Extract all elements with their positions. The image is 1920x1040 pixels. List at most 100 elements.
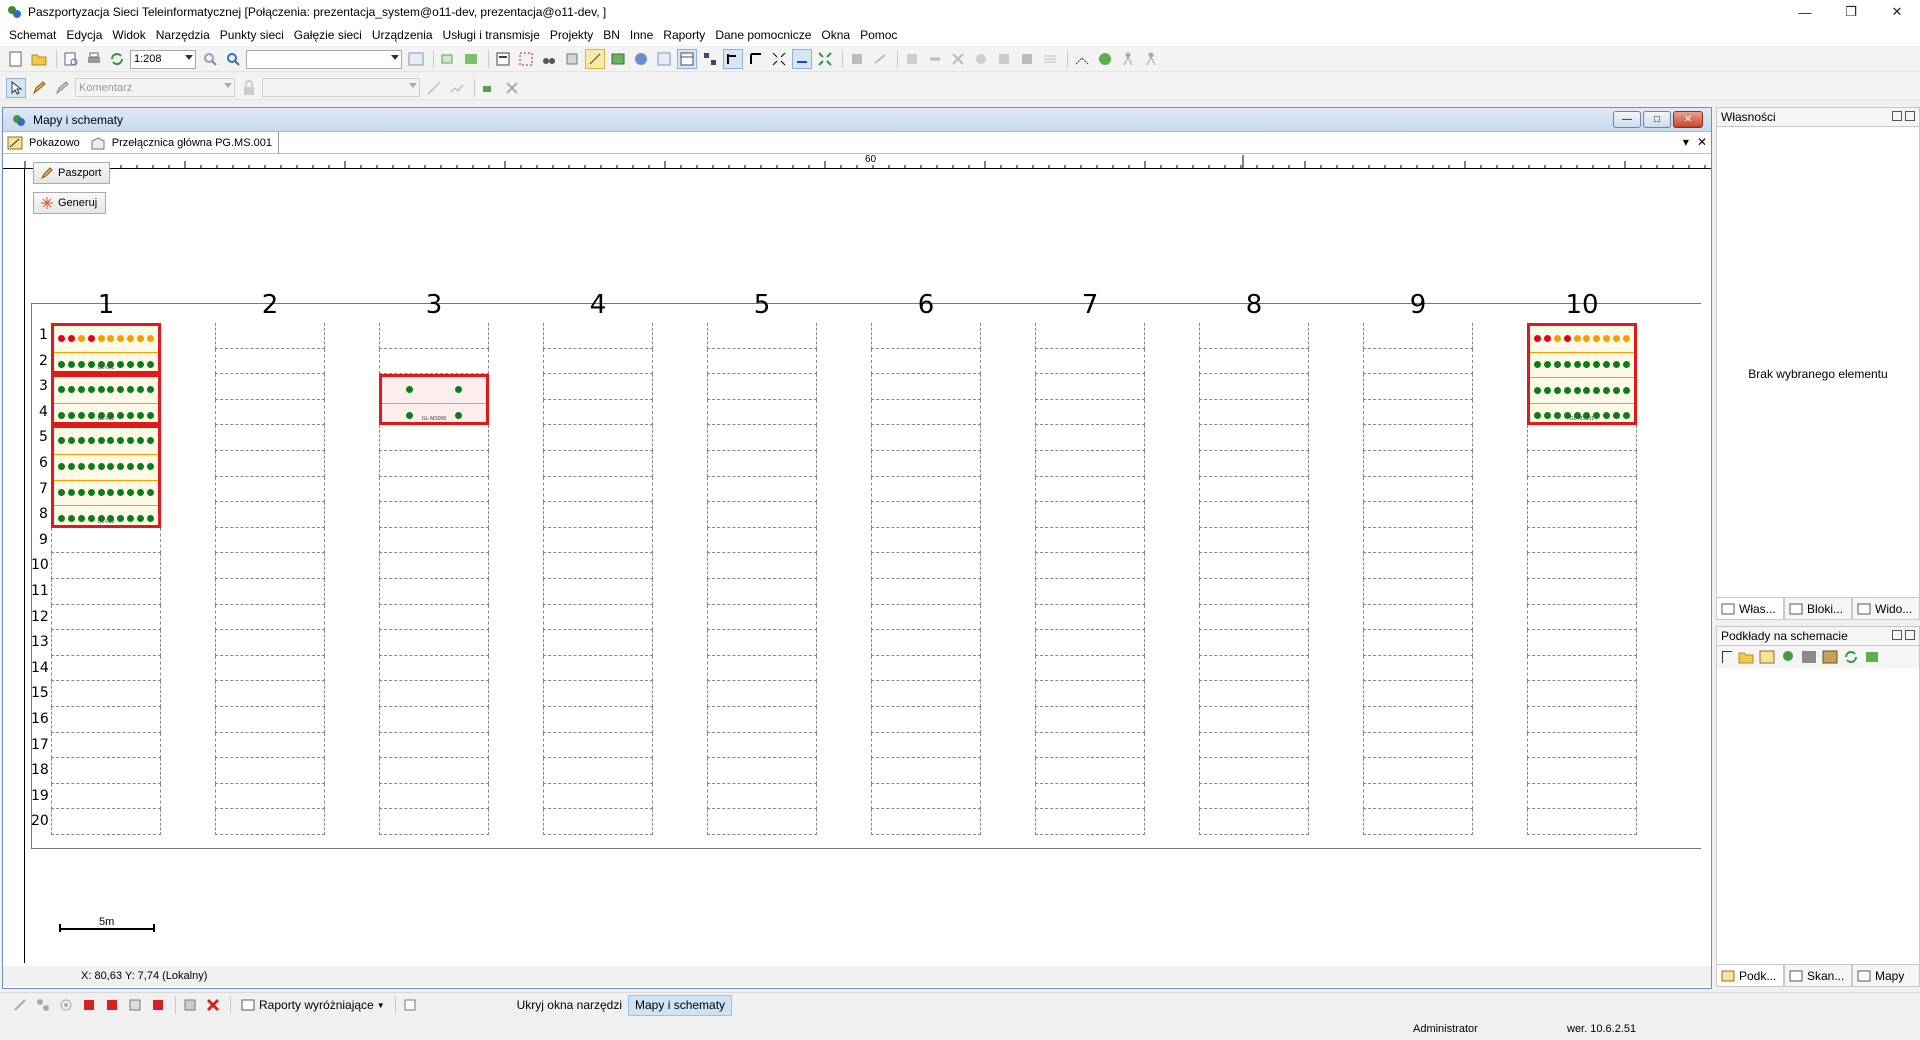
port-dot[interactable]	[68, 437, 76, 445]
rack-slot[interactable]	[379, 681, 489, 707]
menu-uslugi[interactable]: Usługi i transmisje	[438, 28, 545, 42]
port-dot[interactable]	[126, 386, 134, 394]
rack-slot[interactable]	[379, 553, 489, 579]
port-dot[interactable]	[117, 386, 125, 394]
port-dot[interactable]	[58, 463, 66, 471]
rack-slot[interactable]	[379, 425, 489, 451]
rack-slot[interactable]	[1527, 579, 1637, 605]
panel-device[interactable]: GL-002	[51, 374, 161, 426]
rack-slot[interactable]	[1363, 348, 1473, 375]
port-dot[interactable]	[1563, 361, 1571, 369]
edit-square-icon[interactable]	[125, 995, 145, 1015]
rack-slot[interactable]	[1527, 809, 1637, 835]
window-icon[interactable]	[406, 49, 426, 69]
rack-slot[interactable]	[871, 707, 981, 733]
rack-slot[interactable]	[215, 604, 325, 631]
tab-close-icon[interactable]: ✕	[1697, 135, 1707, 149]
rack-slot[interactable]	[1527, 502, 1637, 528]
rack-slot[interactable]	[1363, 476, 1473, 503]
menu-pomoc[interactable]: Pomoc	[855, 28, 902, 42]
rack-slot[interactable]	[1035, 553, 1145, 579]
port-dot[interactable]	[1602, 361, 1610, 369]
pointer-icon[interactable]	[6, 77, 26, 98]
port-dot[interactable]	[1544, 361, 1552, 369]
rack-slot[interactable]	[51, 707, 161, 733]
rack-slot[interactable]	[51, 579, 161, 605]
port-dot[interactable]	[1544, 386, 1552, 394]
red-square-alt-icon[interactable]	[102, 995, 122, 1015]
print-icon[interactable]	[84, 49, 104, 69]
rack-slot[interactable]	[1199, 783, 1309, 810]
table-icon[interactable]	[677, 49, 697, 69]
rack-slot[interactable]	[871, 348, 981, 375]
pin-layers-button[interactable]	[1905, 630, 1915, 640]
port-dot[interactable]	[146, 437, 154, 445]
rack-slot[interactable]	[1527, 476, 1637, 503]
mdi-close-button[interactable]: ✕	[1673, 111, 1703, 128]
rack-slot[interactable]	[51, 681, 161, 707]
rack-slot[interactable]	[871, 527, 981, 554]
rack-slot[interactable]	[1527, 630, 1637, 656]
port-dot[interactable]	[1573, 386, 1581, 394]
port-dot[interactable]	[77, 335, 85, 342]
calendar-icon[interactable]	[493, 49, 513, 69]
map-layer-icon[interactable]	[1822, 650, 1838, 664]
rack-slot[interactable]	[215, 809, 325, 835]
rack-slot[interactable]	[379, 809, 489, 835]
rack-slot[interactable]	[707, 732, 817, 759]
tab-bloki[interactable]: Bloki...	[1784, 598, 1852, 620]
rack-slot[interactable]	[1363, 783, 1473, 810]
port-dot[interactable]	[406, 386, 413, 394]
rack-slot[interactable]	[1527, 425, 1637, 451]
port-dot[interactable]	[136, 386, 144, 394]
tab-pokazowo[interactable]: Pokazowo	[3, 132, 86, 154]
lock-icon[interactable]	[239, 78, 259, 98]
panel-device[interactable]: GL-MS008	[379, 374, 489, 426]
rack-slot[interactable]	[871, 604, 981, 631]
port-dot[interactable]	[58, 489, 66, 497]
restore-button[interactable]: ❐	[1828, 0, 1874, 24]
port-dot[interactable]	[1553, 361, 1561, 369]
rack-slot[interactable]	[1199, 451, 1309, 477]
grid-select-icon[interactable]	[180, 995, 200, 1015]
rack-slot[interactable]	[707, 527, 817, 554]
tab-wlasnosci[interactable]: Włas...	[1716, 598, 1784, 620]
open-folder-icon[interactable]	[29, 49, 49, 69]
rack-slot[interactable]	[1363, 579, 1473, 605]
port-dot[interactable]	[1612, 386, 1620, 394]
port-dot[interactable]	[97, 437, 105, 445]
tab-mapy[interactable]: Mapy	[1852, 965, 1920, 987]
rack-slot[interactable]	[1199, 604, 1309, 631]
port-dot[interactable]	[97, 463, 105, 471]
rack-slot[interactable]	[215, 425, 325, 451]
rack-slot[interactable]	[1199, 579, 1309, 605]
rack-slot[interactable]	[1527, 451, 1637, 477]
rack-slot[interactable]	[1035, 527, 1145, 554]
minimize-button[interactable]: —	[1782, 0, 1828, 24]
rack-slot[interactable]	[1527, 707, 1637, 733]
rack-slot[interactable]	[215, 527, 325, 554]
rack-slot[interactable]	[543, 655, 653, 682]
scheme-layer-icon[interactable]	[1759, 650, 1775, 664]
rack-slot[interactable]	[1527, 681, 1637, 707]
rack-slot[interactable]	[379, 732, 489, 759]
rack-slot[interactable]	[543, 630, 653, 656]
rack-slot[interactable]	[51, 527, 161, 554]
port-dot[interactable]	[58, 437, 66, 445]
port-dot[interactable]	[1622, 386, 1630, 394]
shape-icon[interactable]	[479, 78, 499, 98]
port-dot[interactable]	[107, 335, 115, 342]
maps-schemes-button[interactable]: Mapy i schematy	[628, 994, 733, 1016]
checkbox-icon[interactable]	[1721, 650, 1733, 664]
rack-slot[interactable]	[1363, 681, 1473, 707]
tree-icon[interactable]	[1780, 650, 1796, 664]
rack-slot[interactable]	[871, 783, 981, 810]
rack-slot[interactable]	[1035, 579, 1145, 605]
port-dot[interactable]	[1583, 335, 1591, 342]
menu-bn[interactable]: BN	[598, 28, 625, 42]
zoom-out-icon[interactable]	[200, 49, 220, 69]
rack-slot[interactable]	[1035, 681, 1145, 707]
rack-slot[interactable]	[871, 451, 981, 477]
mdi-minimize-button[interactable]: —	[1613, 111, 1641, 128]
binoculars-icon[interactable]	[539, 49, 559, 69]
